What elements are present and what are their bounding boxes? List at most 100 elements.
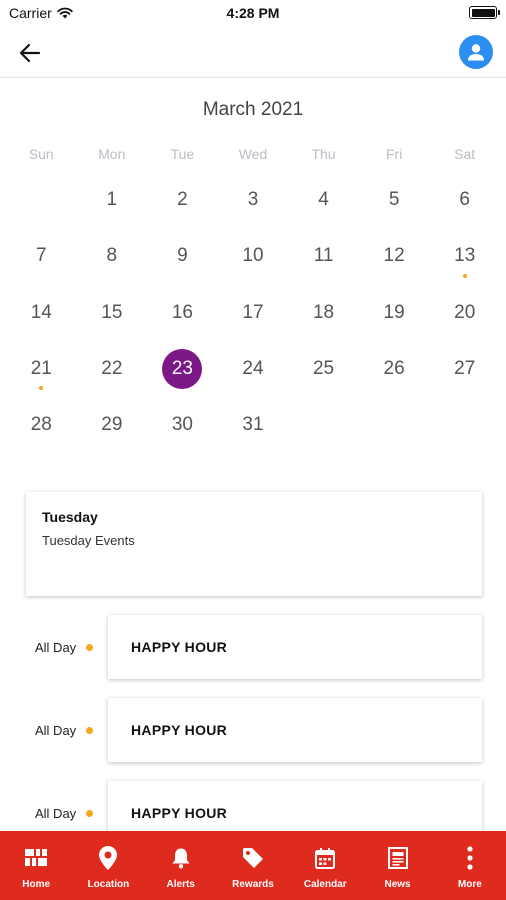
battery-icon (469, 6, 500, 19)
more-vertical-icon (458, 846, 482, 870)
weekday-label: Sat (454, 146, 476, 162)
weekday-label: Sun (28, 146, 54, 162)
calendar-day[interactable]: 6 (429, 172, 500, 228)
weekday-label: Fri (385, 146, 403, 162)
calendar-day[interactable]: 20 (429, 285, 500, 341)
day-number: 18 (312, 301, 335, 323)
newspaper-icon (386, 846, 410, 870)
day-number: 4 (318, 189, 329, 211)
day-number: 20 (454, 301, 476, 323)
day-number: 7 (35, 245, 47, 267)
day-number: 15 (101, 301, 123, 323)
day-number: 2 (177, 189, 188, 211)
calendar-day[interactable]: 14 (6, 285, 77, 341)
event-indicator-dot (462, 273, 467, 278)
tab-label: Home (22, 879, 51, 890)
day-number: 10 (242, 245, 264, 267)
calendar-day[interactable]: 1 (77, 172, 148, 228)
event-time: All Day (35, 639, 77, 655)
calendar-day[interactable]: 15 (77, 285, 148, 341)
calendar-icon (313, 846, 337, 870)
weekday-header: Sun Mon Tue Wed Thu Fri Sat (6, 146, 500, 162)
day-number: 13 (454, 245, 476, 267)
selected-day-card: Tuesday Tuesday Events (26, 492, 482, 596)
status-bar: Carrier 4:28 PM (0, 0, 506, 28)
calendar-day[interactable]: 7 (6, 228, 77, 284)
calendar-day[interactable]: 29 (77, 397, 148, 453)
calendar-day[interactable]: 12 (359, 228, 430, 284)
day-number: 11 (313, 245, 334, 267)
day-number: 19 (383, 301, 405, 323)
calendar-day[interactable]: 24 (218, 341, 289, 397)
calendar-day[interactable]: 30 (147, 397, 218, 453)
weekday-label: Tue (170, 146, 195, 162)
calendar-day-selected[interactable]: 23 (147, 341, 218, 397)
tab-rewards[interactable]: Rewards (217, 831, 289, 900)
empty-day-cell (6, 172, 77, 228)
calendar-day[interactable]: 22 (77, 341, 148, 397)
event-row: All Day HAPPY HOUR (0, 615, 506, 679)
calendar-day[interactable]: 4 (288, 172, 359, 228)
grid-icon (24, 846, 48, 870)
day-number: 1 (106, 189, 118, 211)
calendar-day[interactable]: 19 (359, 285, 430, 341)
back-button[interactable] (14, 38, 46, 68)
calendar-day[interactable]: 27 (429, 341, 500, 397)
calendar-day[interactable]: 8 (77, 228, 148, 284)
user-icon (468, 44, 484, 61)
calendar-day[interactable]: 28 (6, 397, 77, 453)
event-card[interactable]: HAPPY HOUR (108, 615, 482, 679)
tab-location[interactable]: Location (72, 831, 144, 900)
tag-icon (241, 846, 265, 870)
event-time: All Day (35, 722, 77, 738)
day-number: 27 (454, 358, 476, 380)
tab-calendar[interactable]: Calendar (289, 831, 361, 900)
calendar-day[interactable]: 17 (218, 285, 289, 341)
day-number: 29 (101, 414, 123, 436)
calendar-grid: 1 2 3 4 5 6 7 8 9 10 11 12 13 14 15 16 17 18 19 20 21 22 23 24 2… (6, 172, 500, 453)
calendar-day[interactable]: 2 (147, 172, 218, 228)
profile-button[interactable] (459, 35, 493, 69)
tab-home[interactable]: Home (0, 831, 72, 900)
day-card-title: Tuesday (42, 509, 98, 525)
day-number: 3 (247, 189, 259, 211)
calendar-day[interactable]: 10 (218, 228, 289, 284)
weekday-label: Mon (98, 146, 126, 162)
day-number: 22 (101, 358, 123, 380)
day-number: 14 (30, 301, 52, 323)
day-number: 23 (162, 349, 203, 390)
bell-icon (169, 846, 193, 870)
calendar-day[interactable]: 9 (147, 228, 218, 284)
calendar-day[interactable]: 31 (218, 397, 289, 453)
calendar-day[interactable]: 18 (288, 285, 359, 341)
back-arrow-icon (19, 43, 41, 63)
tab-more[interactable]: More (434, 831, 506, 900)
tab-label: Location (87, 879, 130, 890)
calendar-day[interactable]: 16 (147, 285, 218, 341)
day-number: 5 (388, 189, 400, 211)
event-row: All Day HAPPY HOUR (0, 698, 506, 762)
event-dot (86, 727, 93, 734)
tab-news[interactable]: News (361, 831, 433, 900)
calendar-day[interactable]: 13 (429, 228, 500, 284)
weekday-label: Wed (238, 146, 268, 162)
day-number: 8 (106, 245, 118, 267)
calendar-day[interactable]: 21 (6, 341, 77, 397)
calendar-day[interactable]: 26 (359, 341, 430, 397)
month-title: March 2021 (202, 99, 304, 120)
event-indicator-dot (39, 386, 44, 391)
day-number: 28 (30, 414, 52, 436)
day-number: 24 (242, 358, 264, 380)
tab-alerts[interactable]: Alerts (145, 831, 217, 900)
calendar-day[interactable]: 25 (288, 341, 359, 397)
calendar-day[interactable]: 11 (288, 228, 359, 284)
location-pin-icon (96, 846, 120, 870)
event-dot (86, 644, 93, 651)
day-card-subtitle: Tuesday Events (42, 533, 135, 548)
tab-label: News (384, 879, 411, 890)
event-card[interactable]: HAPPY HOUR (108, 698, 482, 762)
calendar-day[interactable]: 3 (218, 172, 289, 228)
event-dot (86, 810, 93, 817)
tab-label: Alerts (166, 879, 195, 890)
calendar-day[interactable]: 5 (359, 172, 430, 228)
